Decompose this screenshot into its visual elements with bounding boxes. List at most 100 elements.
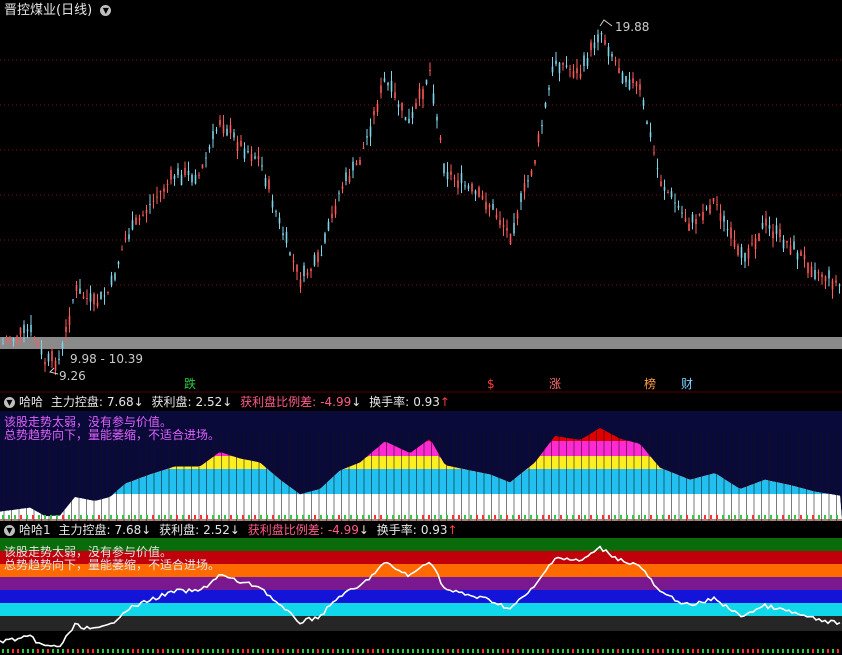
candlestick-body <box>796 252 799 260</box>
volume-tick <box>247 649 249 653</box>
volume-tick <box>722 515 724 519</box>
panel2-name: 哈哈1 <box>19 523 51 537</box>
volume-tick <box>734 515 736 519</box>
chevron-down-icon[interactable]: ▼ <box>100 5 112 16</box>
candlestick-body <box>523 183 526 192</box>
marker-die[interactable]: 跌 <box>184 377 196 391</box>
volume-tick <box>230 515 232 519</box>
candlestick-body <box>296 264 298 272</box>
volume-tick <box>232 649 234 653</box>
candlestick-body <box>474 190 477 195</box>
candlestick-body <box>677 205 680 208</box>
volume-tick <box>772 649 774 653</box>
candlestick-body <box>362 147 365 149</box>
candlestick-body <box>740 247 743 258</box>
candlestick-body <box>163 188 165 192</box>
candlestick-body <box>387 82 389 86</box>
candlestick-body <box>121 249 123 251</box>
candlestick-body <box>597 34 599 43</box>
candlestick-body <box>282 233 284 236</box>
candlestick-body <box>544 102 547 108</box>
volume-tick <box>177 649 179 653</box>
candlestick-body <box>100 291 102 299</box>
volume-tick <box>802 649 804 653</box>
volume-tick <box>827 649 829 653</box>
candlestick-body <box>429 70 431 71</box>
candlestick-body <box>170 169 172 180</box>
volume-tick <box>447 649 449 653</box>
marker-dollar[interactable]: $ <box>487 377 495 391</box>
candlestick-body <box>691 214 694 223</box>
volume-tick <box>680 515 682 519</box>
candlestick-body <box>110 275 113 285</box>
candlestick-body <box>142 214 144 216</box>
candlestick-body <box>124 238 127 240</box>
volume-tick <box>368 515 370 519</box>
volume-tick <box>566 515 568 519</box>
panel1-profit-value: 2.52 <box>195 395 223 409</box>
volume-tick <box>38 515 40 519</box>
volume-tick <box>502 649 504 653</box>
volume-tick <box>2 515 4 519</box>
candlestick-body <box>128 234 130 240</box>
marker-bang[interactable]: 榜 <box>644 377 656 391</box>
chevron-down-icon[interactable]: ▼ <box>4 525 15 536</box>
volume-tick <box>157 649 159 653</box>
volume-tick <box>374 515 376 519</box>
volume-tick <box>206 515 208 519</box>
candlestick-body <box>509 233 512 245</box>
volume-tick <box>197 649 199 653</box>
volume-tick <box>266 515 268 519</box>
volume-tick <box>812 649 814 653</box>
marker-cai[interactable]: 财 <box>681 377 693 391</box>
volume-tick <box>2 649 4 653</box>
candlestick-body <box>716 204 718 206</box>
volume-tick <box>56 515 58 519</box>
candlestick-body <box>775 225 778 235</box>
panel2-note-weak: 该股走势太弱，没有参与价值。 <box>4 545 173 559</box>
candlestick-body <box>58 358 60 361</box>
volume-tick <box>252 649 254 653</box>
volume-tick <box>542 649 544 653</box>
volume-tick <box>806 515 808 519</box>
volume-tick <box>372 649 374 653</box>
volume-tick <box>347 649 349 653</box>
candlestick-body <box>355 162 358 166</box>
volume-tick <box>292 649 294 653</box>
volume-tick <box>494 515 496 519</box>
volume-tick <box>788 515 790 519</box>
volume-tick <box>377 649 379 653</box>
volume-tick <box>458 515 460 519</box>
candlestick-body <box>614 60 617 62</box>
candlestick-body <box>730 227 732 239</box>
volume-tick <box>272 515 274 519</box>
candlestick-chart[interactable] <box>0 0 842 393</box>
candlestick-body <box>478 187 480 197</box>
volume-tick <box>642 649 644 653</box>
volume-tick <box>702 649 704 653</box>
marker-zhang[interactable]: 涨 <box>549 377 561 391</box>
chevron-down-icon[interactable]: ▼ <box>4 397 15 408</box>
candlestick-body <box>772 231 774 239</box>
candlestick-body <box>222 124 225 133</box>
candlestick-body <box>383 78 386 82</box>
volume-tick <box>446 515 448 519</box>
volume-tick <box>412 649 414 653</box>
candlestick-body <box>488 204 491 208</box>
volume-tick <box>527 649 529 653</box>
candlestick-body <box>257 156 260 159</box>
volume-tick <box>707 649 709 653</box>
panel1-main-force-value: 7.68 <box>106 395 134 409</box>
volume-tick <box>652 649 654 653</box>
volume-tick <box>662 649 664 653</box>
volume-tick <box>337 649 339 653</box>
volume-tick <box>812 515 814 519</box>
candlestick-body <box>765 218 767 226</box>
candlestick-body <box>464 185 466 187</box>
volume-tick <box>112 649 114 653</box>
volume-tick <box>434 515 436 519</box>
candlestick-body <box>138 218 141 220</box>
volume-tick <box>792 649 794 653</box>
volume-tick <box>727 649 729 653</box>
low-marker-icon <box>49 367 59 375</box>
